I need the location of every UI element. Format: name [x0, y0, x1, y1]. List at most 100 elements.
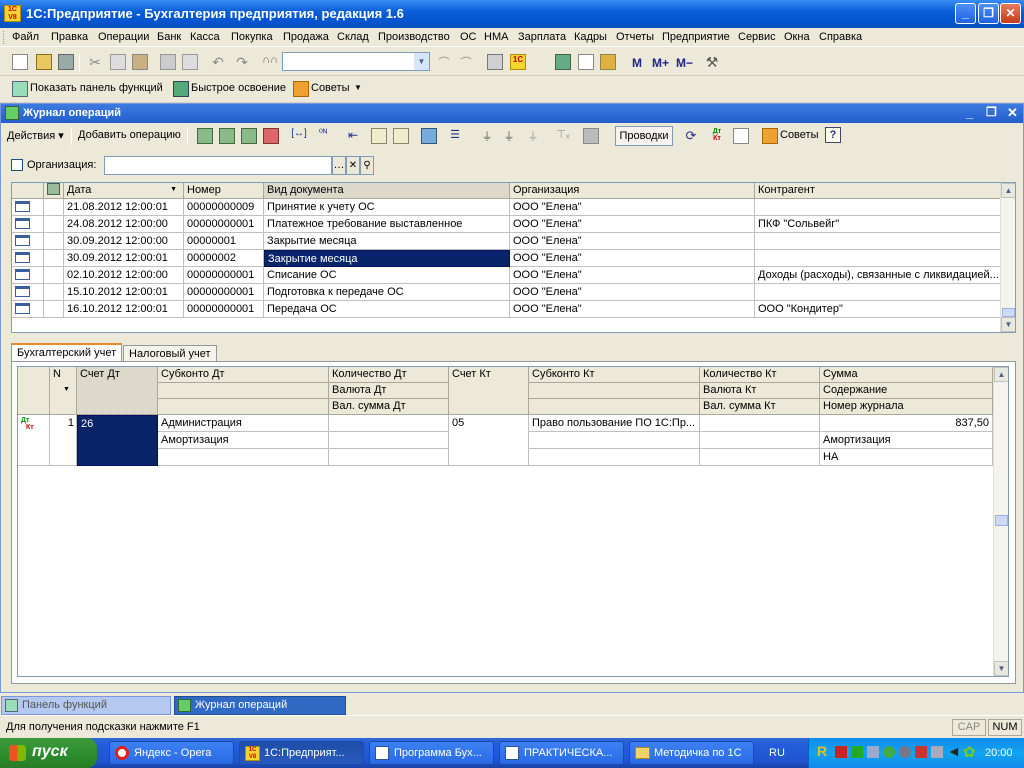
scroll-thumb[interactable] [995, 515, 1008, 526]
actions-menu[interactable]: Действия ▾ [7, 129, 64, 142]
column-header-currency-kt[interactable]: Валюта Кт [700, 383, 820, 399]
tips-button[interactable]: Советы [780, 129, 818, 141]
scroll-up-icon[interactable]: ▲ [994, 367, 1008, 382]
posting-sum[interactable]: 837,50 [820, 415, 993, 432]
menu-hr[interactable]: Кадры [574, 31, 607, 43]
menu-windows[interactable]: Окна [784, 31, 810, 43]
menu-operations[interactable]: Операции [98, 31, 149, 43]
print-icon[interactable] [160, 54, 176, 70]
structure-icon[interactable] [421, 128, 437, 144]
menu-production[interactable]: Производство [378, 31, 450, 43]
scroll-up-icon[interactable]: ▲ [1001, 183, 1015, 198]
sort-icon[interactable]: ⁰ᴺ [315, 128, 331, 144]
column-header-counterparty[interactable]: Контрагент [755, 183, 1001, 199]
menu-intangibles[interactable]: НМА [484, 31, 508, 43]
row-organization[interactable]: ООО "Елена" [510, 199, 755, 216]
menu-sale[interactable]: Продажа [283, 31, 329, 43]
posting-cur-sum-dt[interactable] [329, 449, 449, 466]
restore-button[interactable]: ❐ [978, 3, 999, 24]
menu-edit[interactable]: Правка [51, 31, 88, 43]
organization-input[interactable] [104, 156, 332, 175]
copy-row-icon[interactable] [219, 128, 235, 144]
column-header-content[interactable]: Содержание [820, 383, 993, 399]
menu-salary[interactable]: Зарплата [518, 31, 566, 43]
menu-help[interactable]: Справка [819, 31, 862, 43]
tray-app-icon[interactable] [899, 746, 911, 758]
row-number[interactable]: 00000000001 [184, 301, 264, 318]
posting-journal-no[interactable]: НА [820, 449, 993, 466]
minimize-icon[interactable]: _ [966, 105, 973, 120]
tray-r-icon[interactable]: R [817, 743, 827, 759]
row-doc-type[interactable]: Передача ОС [264, 301, 510, 318]
filter-list-icon[interactable]: ⏚ [525, 128, 541, 144]
posting-currency-dt[interactable] [329, 432, 449, 449]
copy-icon[interactable] [110, 54, 126, 70]
add-row-icon[interactable] [197, 128, 213, 144]
row-organization[interactable]: ООО "Елена" [510, 233, 755, 250]
taskbar-opera[interactable]: Яндекс - Opera [109, 741, 234, 765]
row-doc-type[interactable]: Списание ОС [264, 267, 510, 284]
menu-bank[interactable]: Банк [157, 31, 181, 43]
row-date[interactable]: 21.08.2012 12:00:01 [64, 199, 184, 216]
chevron-down-icon[interactable]: ▼ [354, 83, 362, 92]
tray-app-icon[interactable] [915, 746, 927, 758]
menu-cash[interactable]: Касса [190, 31, 220, 43]
posting-subconto-dt-1[interactable]: Администрация [158, 415, 329, 432]
print-preview-icon[interactable] [182, 54, 198, 70]
menu-reports[interactable]: Отчеты [616, 31, 654, 43]
clear-filter-icon[interactable]: ⊤ₓ [555, 128, 571, 144]
row-date[interactable]: 16.10.2012 12:00:01 [64, 301, 184, 318]
close-icon[interactable]: ✕ [1007, 105, 1018, 121]
row-counterparty[interactable]: ПКФ "Сольвейг" [755, 216, 1001, 233]
memory-plus-button[interactable]: M+ [652, 56, 669, 70]
scroll-down-icon[interactable]: ▼ [1001, 317, 1015, 332]
menu-file[interactable]: Файл [12, 31, 39, 43]
column-header-organization[interactable]: Организация [510, 183, 755, 199]
column-header-cur-sum-kt[interactable]: Вал. сумма Кт [700, 399, 820, 415]
row-doc-type[interactable]: Подготовка к передаче ОС [264, 284, 510, 301]
close-button[interactable]: ✕ [1000, 3, 1021, 24]
cut-icon[interactable]: ✂ [87, 54, 103, 70]
search-combo[interactable]: ▼ [282, 52, 430, 71]
report-icon[interactable] [733, 128, 749, 144]
help-icon[interactable]: ? [825, 127, 841, 143]
row-number[interactable]: 00000000001 [184, 267, 264, 284]
posting-subconto-kt-3[interactable] [529, 449, 700, 466]
tray-antivirus-icon[interactable] [835, 746, 847, 758]
select-button[interactable]: … [332, 156, 346, 175]
row-counterparty[interactable]: ООО "Кондитер" [755, 301, 1001, 318]
volume-icon[interactable]: ◄ [947, 743, 961, 759]
tab-accounting[interactable]: Бухгалтерский учет [11, 343, 123, 363]
help-1c-icon[interactable]: 1С [510, 54, 526, 70]
filter-value-icon[interactable]: ⏚ [501, 128, 517, 144]
interval-icon[interactable]: [↔] [291, 128, 307, 144]
window-tab-panel[interactable]: Панель функций [1, 696, 171, 715]
menu-service[interactable]: Сервис [738, 31, 776, 43]
taskbar-1c[interactable]: 1С V8 1С:Предприят... [239, 741, 364, 765]
row-date[interactable]: 24.08.2012 12:00:00 [64, 216, 184, 233]
posting-subconto-dt-3[interactable] [158, 449, 329, 466]
calculator-icon[interactable] [555, 54, 571, 70]
column-header-qty-dt[interactable]: Количество Дт [329, 367, 449, 383]
column-header-journal-no[interactable]: Номер журнала [820, 399, 993, 415]
row-counterparty[interactable] [755, 284, 1001, 301]
chevron-down-icon[interactable]: ▼ [414, 53, 429, 70]
taskbar-word-2[interactable]: ПРАКТИЧЕСКА... [499, 741, 624, 765]
row-number[interactable]: 00000001 [184, 233, 264, 250]
undo-icon[interactable]: ↶ [210, 54, 226, 70]
tray-network-icon[interactable] [851, 746, 863, 758]
save-icon[interactable] [58, 54, 74, 70]
row-doc-type[interactable]: Закрытие месяца [264, 250, 510, 267]
row-doc-type[interactable]: Закрытие месяца [264, 233, 510, 250]
row-number[interactable]: 00000000001 [184, 284, 264, 301]
posting-content[interactable]: Амортизация [820, 432, 993, 449]
row-organization[interactable]: ООО "Елена" [510, 284, 755, 301]
minimize-button[interactable]: _ [955, 3, 976, 24]
taskbar-folder[interactable]: Методичка по 1С [629, 741, 754, 765]
users-icon[interactable] [600, 54, 616, 70]
column-header-account-dt[interactable]: Счет Дт [77, 367, 158, 415]
delete-row-icon[interactable] [263, 128, 279, 144]
clear-icon[interactable]: ✕ [346, 156, 360, 175]
menu-enterprise[interactable]: Предприятие [662, 31, 730, 43]
column-header-account-kt[interactable]: Счет Кт [449, 367, 529, 415]
